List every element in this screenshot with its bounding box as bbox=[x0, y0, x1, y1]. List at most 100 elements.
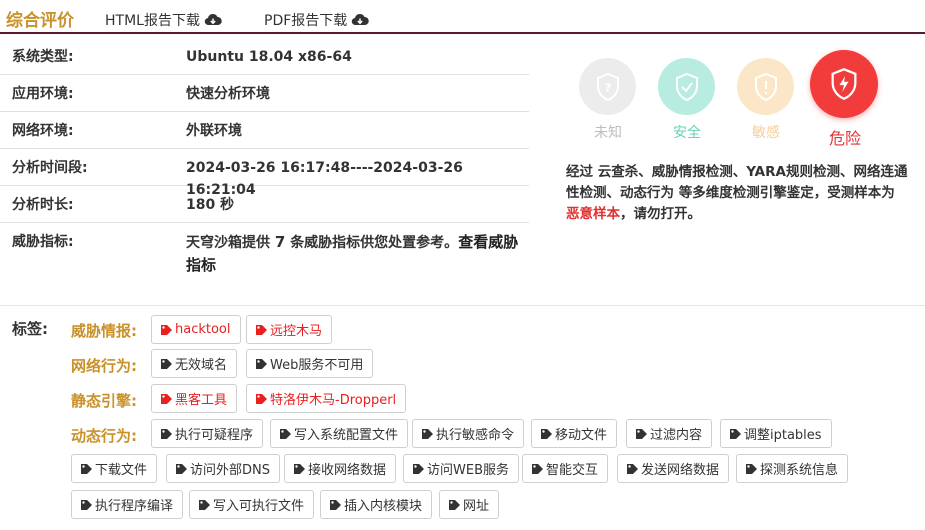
risk-unknown-badge: ? bbox=[579, 58, 636, 115]
tag-category-dynamic: 动态行为: bbox=[71, 427, 137, 445]
info-row-app-environment: 应用环境: 快速分析环境 bbox=[0, 75, 529, 112]
tag-label: 插入内核模块 bbox=[344, 499, 423, 514]
tag-category-network: 网络行为: bbox=[71, 357, 137, 375]
tag-item[interactable]: 调整iptables bbox=[720, 419, 832, 448]
tag-icon bbox=[161, 428, 172, 439]
tag-label: 远控木马 bbox=[270, 324, 323, 339]
risk-danger-badge bbox=[810, 50, 878, 118]
tag-item[interactable]: hacktool bbox=[151, 315, 241, 344]
info-label: 分析时长: bbox=[12, 197, 74, 213]
exclamation-shield-icon bbox=[754, 72, 777, 101]
cloud-download-icon bbox=[352, 13, 370, 26]
tag-item[interactable]: 写入系统配置文件 bbox=[270, 419, 409, 448]
tag-item[interactable]: 写入可执行文件 bbox=[189, 490, 315, 519]
pdf-report-download-link[interactable]: PDF报告下载 bbox=[264, 10, 370, 30]
tag-label: 网址 bbox=[463, 499, 490, 514]
tag-item[interactable]: 远控木马 bbox=[246, 315, 333, 344]
info-value: 180 秒 bbox=[186, 197, 235, 213]
tag-icon bbox=[161, 324, 172, 335]
info-row-network-environment: 网络环境: 外联环境 bbox=[0, 112, 529, 149]
tag-icon bbox=[199, 499, 210, 510]
lightning-shield-icon bbox=[831, 68, 857, 100]
tag-icon bbox=[81, 499, 92, 510]
tag-icon bbox=[256, 358, 267, 369]
verdict-summary: 经过 云查杀、威胁情报检测、YARA规则检测、网络连通性检测、动态行为 等多维度… bbox=[566, 162, 916, 225]
tag-icon bbox=[627, 463, 638, 474]
tag-label: 写入可执行文件 bbox=[213, 499, 305, 514]
tag-icon bbox=[161, 358, 172, 369]
tag-label: 黑客工具 bbox=[175, 393, 228, 408]
risk-unknown-label: 未知 bbox=[594, 125, 622, 141]
cloud-download-icon bbox=[204, 13, 222, 26]
tag-label: 智能交互 bbox=[546, 463, 599, 478]
tag-icon bbox=[294, 463, 305, 474]
tag-icon bbox=[730, 428, 741, 439]
risk-sensitive-badge bbox=[737, 58, 794, 115]
link-text-part-2: 指标 bbox=[186, 256, 217, 274]
tag-icon bbox=[256, 393, 267, 404]
threat-prefix: 天穹沙箱提供 bbox=[186, 235, 270, 251]
info-label: 系统类型: bbox=[12, 49, 74, 65]
analysis-info-table: 系统类型: Ubuntu 18.04 x86-64 应用环境: 快速分析环境 网… bbox=[0, 38, 529, 281]
html-report-label: HTML报告下载 bbox=[105, 13, 200, 29]
html-report-download-link[interactable]: HTML报告下载 bbox=[105, 10, 222, 30]
tag-label: Web服务不可用 bbox=[270, 358, 364, 373]
tag-label: 执行可疑程序 bbox=[175, 428, 254, 443]
tag-item[interactable]: 移动文件 bbox=[531, 419, 618, 448]
tag-item[interactable]: 访问WEB服务 bbox=[403, 454, 519, 483]
tag-label: 无效域名 bbox=[175, 358, 228, 373]
tag-label: 特洛伊木马-Dropperl bbox=[270, 393, 397, 408]
tag-item[interactable]: 插入内核模块 bbox=[320, 490, 433, 519]
tag-item[interactable]: 执行可疑程序 bbox=[151, 419, 264, 448]
tag-item[interactable]: 过滤内容 bbox=[626, 419, 713, 448]
info-value: 2024-03-26 16:17:48----2024-03-26 16:21:… bbox=[186, 160, 463, 198]
question-shield-icon: ? bbox=[596, 72, 619, 101]
tag-item[interactable]: 特洛伊木马-Dropperl bbox=[246, 384, 407, 413]
tag-item[interactable]: 发送网络数据 bbox=[617, 454, 730, 483]
tag-label: 访问外部DNS bbox=[190, 463, 270, 478]
tag-label: 过滤内容 bbox=[650, 428, 703, 443]
tag-label: 下载文件 bbox=[95, 463, 148, 478]
verdict-malicious: 恶意样本 bbox=[566, 206, 620, 222]
tags-title: 标签: bbox=[12, 320, 48, 338]
info-value: Ubuntu 18.04 x86-64 bbox=[186, 49, 352, 65]
tag-item[interactable]: 访问外部DNS bbox=[166, 454, 280, 483]
info-label: 网络环境: bbox=[12, 123, 74, 139]
tag-item[interactable]: Web服务不可用 bbox=[246, 349, 374, 378]
tag-label: 移动文件 bbox=[555, 428, 608, 443]
svg-text:?: ? bbox=[604, 81, 611, 95]
verdict-suffix: ，请勿打开。 bbox=[620, 206, 701, 222]
info-label: 威胁指标: bbox=[12, 234, 74, 250]
report-header: 综合评价 HTML报告下载 PDF报告下载 bbox=[0, 0, 925, 34]
tag-item[interactable]: 执行程序编译 bbox=[71, 490, 184, 519]
threat-suffix: 条威胁指标供您处置参考。 bbox=[290, 235, 459, 251]
tag-item[interactable]: 下载文件 bbox=[71, 454, 158, 483]
tag-item[interactable]: 无效域名 bbox=[151, 349, 238, 378]
tag-item[interactable]: 接收网络数据 bbox=[284, 454, 397, 483]
tag-icon bbox=[449, 499, 460, 510]
tag-item[interactable]: 执行敏感命令 bbox=[412, 419, 525, 448]
tag-icon bbox=[280, 428, 291, 439]
tag-icon bbox=[422, 428, 433, 439]
tag-icon bbox=[541, 428, 552, 439]
tag-label: 写入系统配置文件 bbox=[294, 428, 399, 443]
tag-item[interactable]: 黑客工具 bbox=[151, 384, 238, 413]
info-row-system-type: 系统类型: Ubuntu 18.04 x86-64 bbox=[0, 38, 529, 75]
tag-icon bbox=[256, 324, 267, 335]
info-value: 快速分析环境 bbox=[186, 86, 270, 102]
info-value: 外联环境 bbox=[186, 123, 242, 139]
tag-label: 探测系统信息 bbox=[760, 463, 839, 478]
tag-label: 执行程序编译 bbox=[95, 499, 174, 514]
tag-icon bbox=[746, 463, 757, 474]
info-label: 应用环境: bbox=[12, 86, 74, 102]
tag-item[interactable]: 探测系统信息 bbox=[736, 454, 849, 483]
info-value-threat: 天穹沙箱提供 7 条威胁指标供您处置参考。查看威胁 指标 bbox=[186, 223, 529, 281]
tag-item[interactable]: 网址 bbox=[439, 490, 500, 519]
tag-icon bbox=[176, 463, 187, 474]
tag-label: 访问WEB服务 bbox=[427, 463, 509, 478]
tag-item[interactable]: 智能交互 bbox=[522, 454, 609, 483]
check-shield-icon bbox=[675, 72, 698, 101]
tag-icon bbox=[413, 463, 424, 474]
link-text-part-1: 查看威胁 bbox=[458, 233, 519, 251]
info-row-analysis-duration: 分析时长: 180 秒 bbox=[0, 186, 529, 223]
